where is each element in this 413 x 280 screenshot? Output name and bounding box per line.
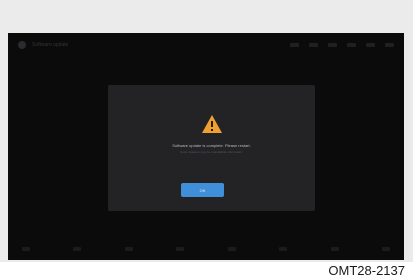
nav-icon[interactable]: [227, 247, 236, 251]
ok-button[interactable]: OK: [181, 183, 224, 197]
dialog-message: Software update is complete. Please rest…: [172, 143, 251, 148]
nav-icon[interactable]: [73, 247, 82, 251]
status-icon: [366, 43, 375, 47]
photo-frame: Software update Software update is compl…: [0, 0, 413, 262]
alert-dialog: Software update is complete. Please rest…: [108, 85, 315, 211]
nav-icon[interactable]: [279, 247, 288, 251]
top-status-bar: Software update: [8, 33, 404, 57]
display-screen: Software update Software update is compl…: [8, 33, 404, 260]
warning-icon: [202, 115, 222, 133]
status-icon: [309, 43, 318, 47]
app-icon: [18, 41, 26, 49]
nav-icon[interactable]: [124, 247, 133, 251]
app-title: Software update: [32, 42, 69, 48]
status-icon: [347, 43, 356, 47]
nav-icon[interactable]: [176, 247, 185, 251]
dialog-sub-message: Some features may be unavailable until r…: [180, 150, 243, 154]
status-icons: [290, 43, 394, 47]
status-icon: [290, 43, 299, 47]
nav-icon[interactable]: [381, 247, 390, 251]
nav-icon[interactable]: [22, 247, 30, 251]
figure-caption: OMT28-2137: [328, 263, 405, 278]
nav-icon[interactable]: [330, 247, 339, 251]
status-icon: [385, 43, 394, 47]
status-icon: [328, 43, 337, 47]
bottom-nav-bar: [8, 238, 404, 260]
